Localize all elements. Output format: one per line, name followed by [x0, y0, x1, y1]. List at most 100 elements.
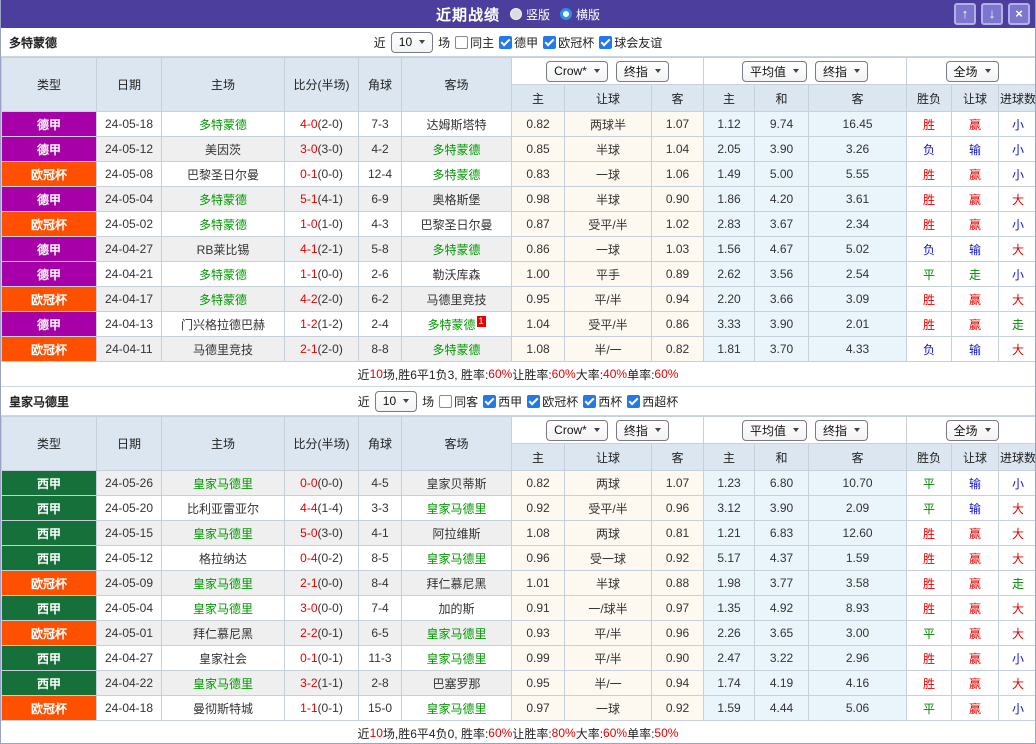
handicap-away-odds: 0.82	[650, 336, 705, 362]
average-draw-odds: 3.70	[754, 336, 810, 362]
checkbox-checked-icon[interactable]	[543, 35, 557, 49]
average-home-odds: 1.98	[703, 570, 756, 596]
column-header: 角球	[358, 57, 402, 112]
average-away-odds: 3.00	[808, 620, 908, 646]
scope-select[interactable]: 全场	[945, 60, 999, 82]
average-home-odds: 1.56	[703, 236, 756, 262]
match-date: 24-05-12	[96, 136, 162, 162]
sub-column-header: 和	[754, 84, 810, 112]
checkbox-checked-icon[interactable]	[627, 394, 641, 408]
sub-column-header: 和	[754, 443, 810, 471]
bookmaker-select[interactable]: Crow*	[546, 60, 608, 82]
checkbox-unchecked-icon[interactable]	[455, 35, 469, 49]
result-goals: 走	[998, 570, 1035, 596]
summary-stat-value: 60%	[488, 726, 513, 740]
league-badge: 德甲	[1, 111, 97, 137]
panel-title: 近期战绩	[435, 6, 500, 24]
sub-column-header: 客	[808, 84, 908, 112]
summary-text: 大率:	[575, 367, 604, 382]
result-goals: 大	[998, 670, 1035, 696]
final-average-select[interactable]: 终指	[815, 60, 869, 82]
corner-count: 15-0	[358, 695, 402, 721]
checkbox-checked-icon[interactable]	[599, 35, 613, 49]
filter-checkbox-3[interactable]: 球会友谊	[599, 34, 662, 51]
match-date: 24-05-01	[96, 620, 162, 646]
average-home-odds: 5.17	[703, 545, 756, 571]
checkbox-checked-icon[interactable]	[527, 394, 541, 408]
match-count-select[interactable]: 10	[390, 31, 434, 53]
checkbox-checked-icon[interactable]	[499, 35, 513, 49]
match-row: 西甲 24-04-22 皇家马德里 3-2(1-1) 2-8 巴塞罗那 0.95 半/一 0.9…	[1, 670, 1035, 696]
close-button[interactable]: ×	[1008, 3, 1030, 25]
handicap-line: 半/一	[564, 670, 652, 696]
handicap-away-odds: 0.90	[650, 186, 705, 212]
result-outcome: 胜	[906, 670, 953, 696]
final-average-select[interactable]: 终指	[815, 419, 869, 441]
match-count-select[interactable]: 10	[374, 390, 418, 412]
result-outcome: 负	[906, 236, 953, 262]
result-outcome: 胜	[906, 520, 953, 546]
checkbox-checked-icon[interactable]	[483, 394, 497, 408]
handicap-line: 受平/半	[564, 211, 652, 237]
filter-checkbox-0[interactable]: 同客	[439, 393, 478, 410]
average-away-odds: 4.16	[808, 670, 908, 696]
average-select[interactable]: 平均值	[742, 60, 808, 82]
checkbox-unchecked-icon[interactable]	[439, 394, 453, 408]
column-header: 日期	[96, 57, 162, 112]
move-up-button[interactable]: ↑	[954, 3, 976, 25]
result-goals: 大	[998, 236, 1035, 262]
match-row: 德甲 24-05-18 多特蒙德 4-0(2-0) 7-3 达姆斯塔特 0.82 两球半 1.0…	[1, 111, 1035, 137]
move-down-button[interactable]: ↓	[981, 3, 1003, 25]
result-goals: 大	[998, 336, 1035, 362]
corner-count: 4-5	[358, 470, 402, 496]
handicap-away-odds: 1.02	[650, 211, 705, 237]
match-date: 24-05-08	[96, 161, 162, 187]
chevron-down-icon	[403, 399, 410, 403]
scope-select[interactable]: 全场	[945, 419, 999, 441]
score: 3-0(0-0)	[284, 595, 359, 621]
league-badge: 欧冠杯	[1, 570, 97, 596]
sub-column-header: 进球数	[998, 84, 1035, 112]
result-handicap: 走	[951, 261, 1000, 287]
filter-checkbox-2[interactable]: 欧冠杯	[543, 34, 594, 51]
sub-column-header: 让球	[951, 443, 1000, 471]
sub-column-header: 客	[650, 84, 705, 112]
fulltime-score: 4-0	[300, 117, 318, 131]
final-odds-select[interactable]: 终指	[615, 60, 669, 82]
filter-checkbox-4[interactable]: 西超杯	[627, 393, 678, 410]
handicap-line: 半球	[564, 136, 652, 162]
layout-radio-vertical[interactable]: 竖版	[509, 6, 550, 23]
average-draw-odds: 6.80	[754, 470, 810, 496]
filter-checkbox-3[interactable]: 西杯	[583, 393, 622, 410]
sub-column-header: 主	[703, 443, 756, 471]
filter-checkbox-1[interactable]: 西甲	[483, 393, 522, 410]
match-row: 欧冠杯 24-05-02 多特蒙德 1-0(1-0) 4-3 巴黎圣日尔曼 0.87 受平/半…	[1, 211, 1035, 237]
average-away-odds: 2.01	[808, 311, 908, 337]
filter-checkbox-label: 德甲	[514, 35, 539, 50]
radio-selected-icon[interactable]	[560, 8, 572, 20]
chevron-down-icon	[654, 69, 661, 73]
match-row: 西甲 24-05-15 皇家马德里 5-0(3-0) 4-1 阿拉维斯 1.08 两球 0.81…	[1, 520, 1035, 546]
fulltime-score: 3-2	[300, 676, 318, 690]
bookmaker-select[interactable]: Crow*	[546, 419, 608, 441]
score: 4-2(2-0)	[284, 286, 359, 312]
average-away-odds: 5.06	[808, 695, 908, 721]
checkbox-checked-icon[interactable]	[583, 394, 597, 408]
away-team: 多特蒙德	[401, 136, 512, 162]
average-home-odds: 1.49	[703, 161, 756, 187]
final-odds-select[interactable]: 终指	[615, 419, 669, 441]
layout-radio-horizontal[interactable]: 横版	[560, 6, 600, 23]
filter-checkbox-1[interactable]: 德甲	[499, 34, 538, 51]
average-away-odds: 12.60	[808, 520, 908, 546]
radio-unselected-icon[interactable]	[509, 8, 522, 20]
filter-checkbox-2[interactable]: 欧冠杯	[527, 393, 578, 410]
section-summary: 近 10 场,胜6平4负0, 胜率: 60% 让胜率: 80% 大率: 60% 单率: 50…	[1, 721, 1035, 743]
away-team: 皇家马德里	[401, 545, 512, 571]
average-select[interactable]: 平均值	[742, 419, 808, 441]
average-home-odds: 1.12	[703, 111, 756, 137]
score: 1-0(1-0)	[284, 211, 359, 237]
filter-checkbox-0[interactable]: 同主	[455, 34, 494, 51]
result-outcome: 胜	[906, 545, 953, 571]
chevron-down-icon	[984, 428, 991, 432]
summary-text: 单率:	[627, 726, 655, 741]
